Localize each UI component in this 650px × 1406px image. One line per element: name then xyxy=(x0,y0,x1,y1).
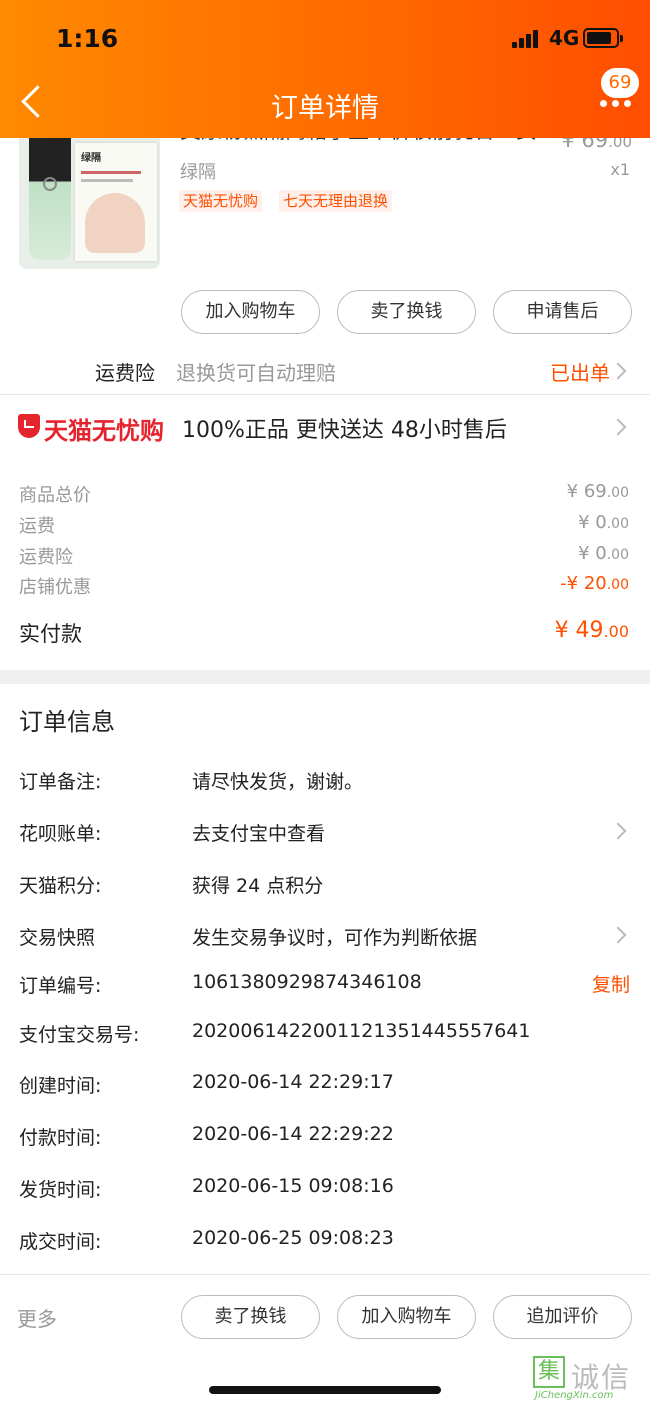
fee-label-shipping: 运费 xyxy=(19,516,55,537)
fee-label-discount: 店铺优惠 xyxy=(19,577,91,598)
order-number-value: 1061380929874346108 xyxy=(192,971,422,993)
huabei-bill-value: 去支付宝中查看 xyxy=(192,823,326,845)
product-sku: 绿隔 xyxy=(180,162,216,183)
fee-label-insurance: 运费险 xyxy=(19,547,73,568)
product-card-graphic: 绿隔 xyxy=(75,143,157,261)
tmall-points-label: 天猫积分: xyxy=(19,875,102,897)
add-review-button[interactable]: 追加评价 xyxy=(493,1295,632,1339)
fee-value-shipping: ¥ 0.00 xyxy=(578,512,629,533)
add-to-cart-button[interactable]: 加入购物车 xyxy=(181,290,320,334)
fee-value-discount: -¥ 20.00 xyxy=(560,573,629,594)
message-count-badge: 69 xyxy=(601,68,639,98)
shipping-insurance-desc: 退换货可自动理赔 xyxy=(176,361,336,385)
product-image[interactable]: 绿隔 xyxy=(19,125,160,269)
order-number-label: 订单编号: xyxy=(19,975,102,997)
order-note-label: 订单备注: xyxy=(19,771,102,793)
page-title: 订单详情 xyxy=(271,93,379,124)
bottle-graphic xyxy=(29,125,71,260)
completed-time-value: 2020-06-25 09:08:23 xyxy=(192,1227,394,1249)
shipping-insurance-status: 已出单 xyxy=(550,361,610,385)
signal-icon xyxy=(512,30,542,48)
created-time-label: 创建时间: xyxy=(19,1075,102,1097)
more-button[interactable]: 更多 xyxy=(17,1303,57,1332)
chevron-right-icon xyxy=(609,926,627,944)
hand-graphic xyxy=(85,193,145,253)
fee-value-insurance: ¥ 0.00 xyxy=(578,543,629,564)
watermark-sub: JiChengXin.com xyxy=(535,1390,614,1401)
divider xyxy=(0,394,650,395)
order-info-title: 订单信息 xyxy=(19,708,115,736)
sell-button[interactable]: 卖了换钱 xyxy=(337,290,476,334)
card-title: 绿隔 xyxy=(81,153,101,164)
product-tag-return: 七天无理由退换 xyxy=(279,190,393,212)
paid-time-label: 付款时间: xyxy=(19,1127,102,1149)
trade-snapshot-label: 交易快照 xyxy=(19,927,96,949)
trade-snapshot-value: 发生交易争议时，可作为判断依据 xyxy=(192,927,478,949)
tmall-promise: 100%正品 更快送达 48小时售后 xyxy=(182,418,507,443)
alipay-trade-no-label: 支付宝交易号: xyxy=(19,1024,140,1046)
divider xyxy=(0,1274,650,1275)
paid-time-value: 2020-06-14 22:29:22 xyxy=(192,1123,394,1145)
product-tag-tmall: 天猫无忧购 xyxy=(179,190,263,212)
top-header: 1:16 4G 订单详情 69 xyxy=(0,0,650,138)
tmall-brand: 天猫无忧购 xyxy=(44,417,164,445)
bottle-logo xyxy=(43,177,57,191)
watermark-logo: 集 诚信 JiChengXin.com xyxy=(533,1356,637,1404)
add-to-cart-button-bottom[interactable]: 加入购物车 xyxy=(337,1295,476,1339)
created-time-value: 2020-06-14 22:29:17 xyxy=(192,1071,394,1093)
status-time: 1:16 xyxy=(56,24,119,53)
more-dots-icon[interactable] xyxy=(600,98,634,112)
chevron-right-icon xyxy=(609,362,627,380)
after-sale-button[interactable]: 申请售后 xyxy=(493,290,632,334)
section-separator xyxy=(0,670,650,684)
completed-time-label: 成交时间: xyxy=(19,1231,102,1253)
home-indicator[interactable] xyxy=(209,1386,441,1394)
sell-button-bottom[interactable]: 卖了换钱 xyxy=(181,1295,320,1339)
fee-label-total: 商品总价 xyxy=(19,485,91,506)
watermark-glyph: 集 xyxy=(533,1356,565,1388)
card-line xyxy=(81,179,133,182)
shipping-insurance-label: 运费险 xyxy=(95,361,155,385)
card-line xyxy=(81,171,141,174)
order-note-value: 请尽快发货，谢谢。 xyxy=(192,771,364,793)
tmall-shield-icon xyxy=(18,414,40,438)
shipped-time-value: 2020-06-15 09:08:16 xyxy=(192,1175,394,1197)
battery-icon xyxy=(583,28,623,48)
chevron-right-icon xyxy=(609,822,627,840)
chevron-right-icon xyxy=(609,418,627,436)
actual-paid-label: 实付款 xyxy=(19,622,82,646)
product-quantity: x1 xyxy=(610,160,630,179)
copy-order-number-button[interactable]: 复制 xyxy=(592,970,630,997)
network-type: 4G xyxy=(549,26,580,50)
fee-value-total: ¥ 69.00 xyxy=(566,481,629,502)
actual-paid-value: ¥ 49.00 xyxy=(554,618,629,643)
tmall-points-value: 获得 24 点积分 xyxy=(192,875,324,897)
huabei-bill-label: 花呗账单: xyxy=(19,823,102,845)
alipay-trade-no-value: 2020061422001121351445557641 xyxy=(192,1020,531,1042)
shipped-time-label: 发货时间: xyxy=(19,1179,102,1201)
